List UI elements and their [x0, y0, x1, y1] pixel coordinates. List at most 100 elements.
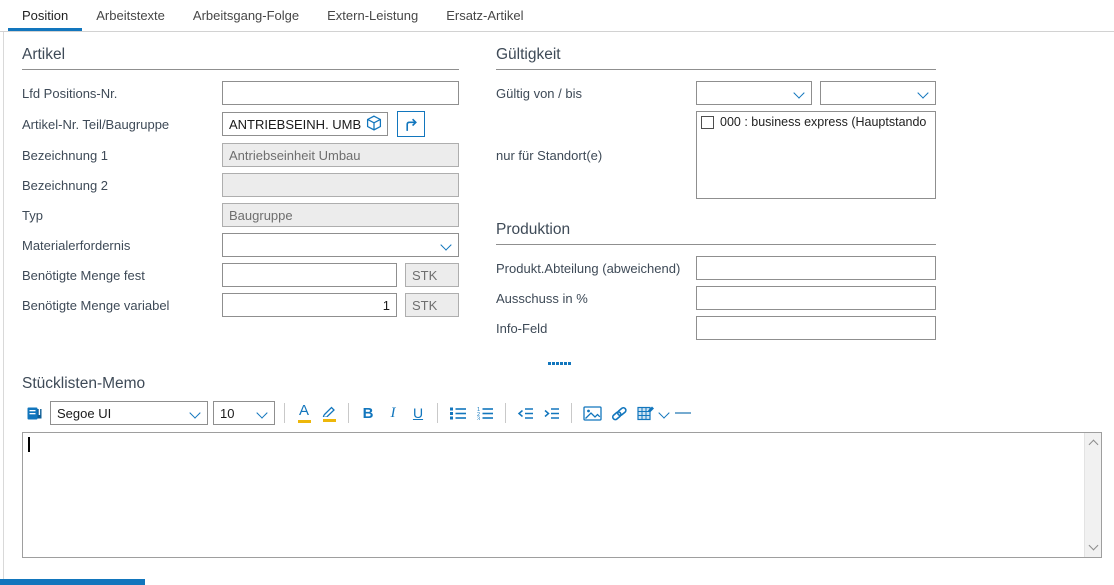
font-color-icon: A: [299, 403, 309, 418]
font-size-value: 10: [220, 406, 234, 421]
field-row-menge-variabel: Benötigte Menge variabel STK: [22, 293, 459, 317]
insert-image-button[interactable]: [581, 401, 604, 425]
standort-list-item[interactable]: 000 : business express (Hauptstando: [701, 115, 935, 129]
info-feld-label: Info-Feld: [496, 321, 696, 336]
dropdown-chevron-icon: [793, 87, 804, 98]
font-color-button[interactable]: A: [294, 401, 314, 425]
field-row-bezeichnung-1: Bezeichnung 1: [22, 143, 459, 167]
underline-icon: U: [413, 406, 423, 420]
field-row-typ: Typ: [22, 203, 459, 227]
toolbar-separator: [348, 403, 349, 423]
bullet-list-button[interactable]: [447, 401, 469, 425]
toolbar-separator: [505, 403, 506, 423]
field-row-standorte: nur für Standort(e) 000 : business expre…: [496, 111, 936, 199]
field-row-ausschuss: Ausschuss in %: [496, 286, 936, 310]
artikel-nr-input[interactable]: [222, 112, 388, 136]
table-edit-icon: [637, 405, 655, 421]
ausschuss-label: Ausschuss in %: [496, 291, 696, 306]
menge-variabel-input[interactable]: [222, 293, 397, 317]
italic-icon: I: [391, 406, 396, 421]
field-row-materialerfordernis: Materialerfordernis: [22, 233, 459, 257]
italic-button[interactable]: I: [383, 401, 403, 425]
goto-arrow-icon: [404, 117, 419, 132]
bezeichnung-2-label: Bezeichnung 2: [22, 178, 222, 193]
tab-bar: Position Arbeitstexte Arbeitsgang-Folge …: [0, 0, 1114, 32]
memo-editor[interactable]: [22, 432, 1102, 558]
toolbar-separator: [437, 403, 438, 423]
underline-button[interactable]: U: [408, 401, 428, 425]
svg-text:3: 3: [477, 417, 480, 421]
section-artikel: Artikel Lfd Positions-Nr. Artikel-Nr. Te…: [22, 46, 459, 346]
bezeichnung-1-label: Bezeichnung 1: [22, 148, 222, 163]
indent-button[interactable]: [541, 401, 562, 425]
standorte-label: nur für Standort(e): [496, 148, 696, 163]
tab-extern-leistung[interactable]: Extern-Leistung: [313, 2, 432, 31]
outdent-button[interactable]: [515, 401, 536, 425]
font-size-select[interactable]: 10: [213, 401, 275, 425]
insert-link-button[interactable]: [609, 401, 630, 425]
scroll-up-icon[interactable]: [1088, 440, 1098, 450]
highlight-button[interactable]: [319, 401, 339, 425]
checkbox-icon[interactable]: [701, 116, 714, 129]
splitter-handle[interactable]: [4, 362, 1114, 365]
dropdown-chevron-icon: [440, 239, 451, 250]
scroll-down-icon[interactable]: [1088, 541, 1098, 551]
font-family-select[interactable]: Segoe UI: [50, 401, 208, 425]
memo-vertical-scrollbar[interactable]: [1084, 433, 1101, 557]
table-dropdown-chevron-icon[interactable]: [658, 407, 669, 418]
bottom-scrollbar-thumb[interactable]: [0, 579, 145, 585]
lfd-positions-nr-label: Lfd Positions-Nr.: [22, 86, 222, 101]
materialerfordernis-select[interactable]: [222, 233, 459, 257]
bold-button[interactable]: B: [358, 401, 378, 425]
indent-icon: [543, 407, 560, 420]
text-blocks-button[interactable]: [24, 401, 45, 425]
horizontal-rule-icon: [675, 411, 691, 415]
tab-ersatz-artikel[interactable]: Ersatz-Artikel: [432, 2, 537, 31]
field-row-artikel-nr: Artikel-Nr. Teil/Baugruppe: [22, 111, 459, 137]
tab-arbeitstexte[interactable]: Arbeitstexte: [82, 2, 179, 31]
highlight-icon: [322, 405, 336, 417]
menge-fest-input[interactable]: [222, 263, 397, 287]
gueltig-von-select[interactable]: [696, 81, 812, 105]
section-produktion: Produktion Produkt.Abteilung (abweichend…: [496, 221, 936, 340]
standort-item-label: 000 : business express (Hauptstando: [720, 115, 926, 129]
numbered-list-button[interactable]: 1 2 3: [474, 401, 496, 425]
section-title-produktion: Produktion: [496, 221, 936, 245]
link-icon: [611, 406, 628, 421]
artikel-nr-label: Artikel-Nr. Teil/Baugruppe: [22, 117, 222, 132]
dropdown-chevron-icon: [256, 407, 267, 418]
ausschuss-input[interactable]: [696, 286, 936, 310]
bold-icon: B: [363, 406, 374, 421]
info-feld-input[interactable]: [696, 316, 936, 340]
goto-artikel-button[interactable]: [397, 111, 425, 137]
typ-label: Typ: [22, 208, 222, 223]
produkt-abteilung-input[interactable]: [696, 256, 936, 280]
outdent-icon: [517, 407, 534, 420]
materialerfordernis-label: Materialerfordernis: [22, 238, 222, 253]
field-row-lfd-positions-nr: Lfd Positions-Nr.: [22, 81, 459, 105]
menge-variabel-unit: STK: [405, 293, 459, 317]
section-gueltigkeit: Gültigkeit Gültig von / bis nur für Stan…: [496, 46, 936, 199]
gueltig-von-bis-label: Gültig von / bis: [496, 86, 696, 101]
produkt-abteilung-label: Produkt.Abteilung (abweichend): [496, 261, 696, 276]
font-family-value: Segoe UI: [57, 406, 111, 421]
menge-variabel-label: Benötigte Menge variabel: [22, 298, 222, 313]
insert-table-button[interactable]: [635, 401, 657, 425]
toolbar-separator: [571, 403, 572, 423]
gueltig-bis-select[interactable]: [820, 81, 936, 105]
section-title-memo: Stücklisten-Memo: [22, 375, 1102, 393]
memo-toolbar: Segoe UI 10 A: [24, 400, 1102, 426]
field-row-gueltig-von-bis: Gültig von / bis: [496, 81, 936, 105]
typ-input: [222, 203, 459, 227]
tab-position[interactable]: Position: [8, 2, 82, 31]
section-title-artikel: Artikel: [22, 46, 459, 70]
standorte-listbox[interactable]: 000 : business express (Hauptstando: [696, 111, 936, 199]
tab-arbeitsgang-folge[interactable]: Arbeitsgang-Folge: [179, 2, 313, 31]
dropdown-chevron-icon: [917, 87, 928, 98]
lfd-positions-nr-input[interactable]: [222, 81, 459, 105]
horizontal-rule-button[interactable]: [673, 401, 693, 425]
field-row-produkt-abteilung: Produkt.Abteilung (abweichend): [496, 256, 936, 280]
dropdown-chevron-icon: [189, 407, 200, 418]
cube-icon[interactable]: [366, 115, 382, 131]
bezeichnung-2-input: [222, 173, 459, 197]
